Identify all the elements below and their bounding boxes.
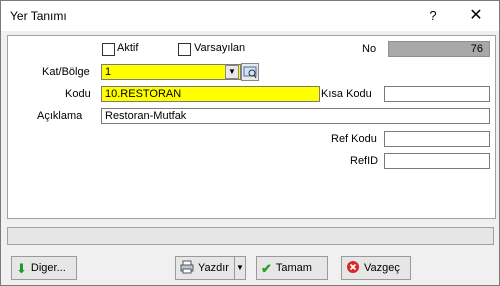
window-title: Yer Tanımı (10, 9, 67, 23)
dialog-window: Yer Tanımı ? ✕ Aktif Varsayılan No 76 Ka… (0, 0, 500, 286)
diger-button-label: Diger... (30, 262, 66, 274)
form-panel: Aktif Varsayılan No 76 Kat/Bölge 1 ▼ Kod… (7, 35, 496, 219)
no-label: No (362, 43, 377, 55)
ref-kodu-label: Ref Kodu (331, 133, 377, 145)
lookup-icon (243, 66, 257, 79)
ref-kodu-input[interactable] (384, 131, 490, 147)
kodu-input[interactable]: 10.RESTORAN (101, 86, 320, 102)
kodu-label: Kodu (65, 88, 91, 100)
aciklama-input[interactable]: Restoran-Mutfak (101, 108, 490, 124)
varsayilan-checkbox[interactable] (178, 43, 191, 56)
aktif-label: Aktif (117, 42, 139, 54)
help-button[interactable]: ? (413, 1, 453, 31)
lookup-button[interactable] (241, 63, 259, 81)
varsayilan-label: Varsayılan (194, 42, 246, 54)
red-cancel-icon (346, 260, 360, 276)
close-button[interactable]: ✕ (453, 1, 499, 31)
kat-bolge-label: Kat/Bölge (42, 66, 90, 78)
aktif-checkbox[interactable] (102, 43, 115, 56)
refid-label: RefID (350, 155, 379, 167)
status-bar (7, 227, 494, 245)
title-bar: Yer Tanımı ? ✕ (1, 1, 499, 31)
aciklama-label: Açıklama (37, 110, 83, 122)
tamam-button[interactable]: ✔ Tamam (256, 256, 328, 280)
chevron-down-icon[interactable]: ▼ (225, 65, 239, 79)
green-down-arrow-icon: ⬇ (16, 260, 27, 276)
yazdir-button[interactable]: Yazdır (175, 256, 235, 280)
vazgec-button[interactable]: Vazgeç (341, 256, 411, 280)
kisa-kodu-label: Kısa Kodu (321, 88, 372, 100)
print-icon (180, 260, 194, 276)
diger-button[interactable]: ⬇ Diger... (11, 256, 77, 280)
yazdir-dropdown-chevron-down-icon[interactable]: ▼ (234, 256, 246, 280)
no-field: 76 (388, 41, 490, 57)
kisa-kodu-input[interactable] (384, 86, 490, 102)
yazdir-button-label: Yazdır (198, 262, 229, 274)
refid-input[interactable] (384, 153, 490, 169)
kat-bolge-combobox[interactable]: 1 (101, 64, 241, 80)
tamam-button-label: Tamam (275, 262, 312, 274)
green-check-icon: ✔ (261, 260, 272, 276)
vazgec-button-label: Vazgeç (364, 262, 400, 274)
